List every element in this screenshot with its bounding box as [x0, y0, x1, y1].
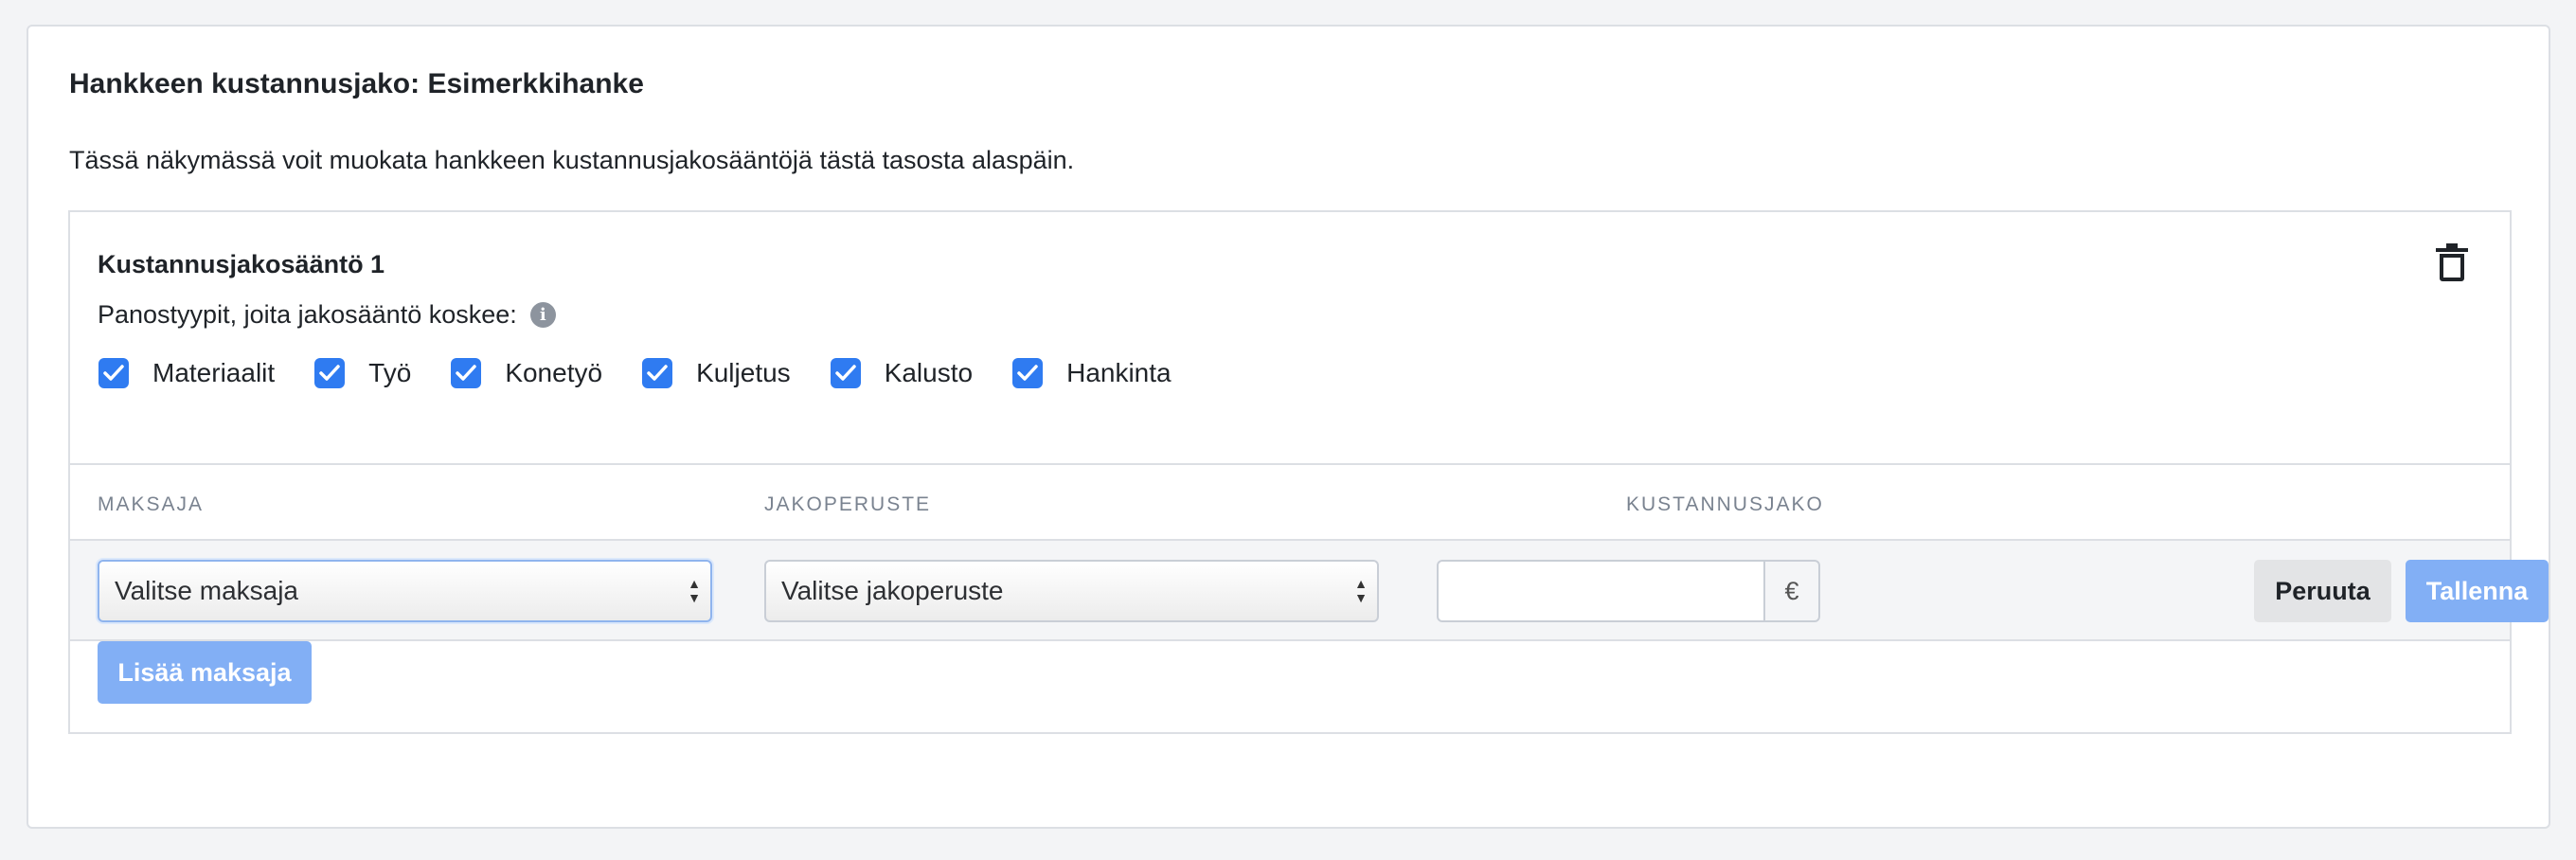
page-title: Hankkeen kustannusjako: Esimerkkihanke [69, 68, 644, 99]
checkbox-label: Konetyö [505, 358, 603, 387]
amount-input[interactable] [1437, 560, 1765, 622]
checkbox-kalusto[interactable]: Kalusto [830, 358, 974, 388]
checkmark-icon[interactable] [98, 358, 129, 388]
checkbox-konetyo[interactable]: Konetyö [451, 358, 602, 388]
page-description: Tässä näkymässä voit muokata hankkeen ku… [69, 146, 1075, 174]
checkbox-materiaalit[interactable]: Materiaalit [98, 358, 275, 388]
column-header-payer: MAKSAJA [98, 493, 205, 515]
add-payer-button[interactable]: Lisää maksaja [98, 641, 312, 704]
save-button[interactable]: Tallenna [2406, 560, 2549, 622]
checkmark-icon[interactable] [1012, 358, 1044, 388]
rule-title: Kustannusjakosääntö 1 [98, 250, 385, 278]
payer-select-value: Valitse maksaja [115, 576, 299, 605]
table-header: MAKSAJA JAKOPERUSTE KUSTANNUSJAKO [70, 463, 2510, 539]
checkmark-icon[interactable] [830, 358, 861, 388]
checkmark-icon[interactable] [642, 358, 673, 388]
trash-icon[interactable] [2434, 242, 2470, 282]
select-arrows-icon: ▲ ▼ [1354, 576, 1368, 605]
checkmark-icon[interactable] [451, 358, 482, 388]
table-row: Valitse maksaja ▲ ▼ Valitse jakoperuste ▲… [70, 539, 2549, 641]
checkbox-hankinta[interactable]: Hankinta [1012, 358, 1172, 388]
checkbox-label: Kuljetus [696, 358, 791, 387]
cost-split-rule: Kustannusjakosääntö 1 Panostyypit, joita… [68, 210, 2549, 734]
column-header-basis: JAKOPERUSTE [764, 493, 932, 515]
checkbox-kuljetus[interactable]: Kuljetus [642, 358, 791, 388]
checkbox-label: Hankinta [1066, 358, 1172, 387]
basis-select[interactable]: Valitse jakoperuste ▲ ▼ [764, 560, 1379, 622]
checkbox-label: Materiaalit [152, 358, 276, 387]
select-arrows-icon: ▲ ▼ [688, 576, 701, 605]
basis-select-value: Valitse jakoperuste [781, 576, 1004, 605]
cost-split-card: Hankkeen kustannusjako: Esimerkkihanke T… [27, 25, 2550, 829]
currency-addon: € [1763, 560, 1820, 622]
payer-select[interactable]: Valitse maksaja ▲ ▼ [98, 560, 712, 622]
cancel-button[interactable]: Peruuta [2254, 560, 2391, 622]
checkbox-tyo[interactable]: Työ [314, 358, 411, 388]
column-header-split: KUSTANNUSJAKO [1626, 493, 1824, 515]
input-type-checkboxes: Materiaalit Työ Konetyö Kuljetus Kalusto… [98, 358, 1211, 388]
input-types-text: Panostyypit, joita jakosääntö koskee: [98, 300, 517, 329]
checkbox-label: Kalusto [884, 358, 974, 387]
checkmark-icon[interactable] [314, 358, 346, 388]
checkbox-label: Työ [368, 358, 412, 387]
info-icon[interactable]: i [529, 302, 556, 328]
input-types-label: Panostyypit, joita jakosääntö koskee: i [98, 300, 556, 330]
